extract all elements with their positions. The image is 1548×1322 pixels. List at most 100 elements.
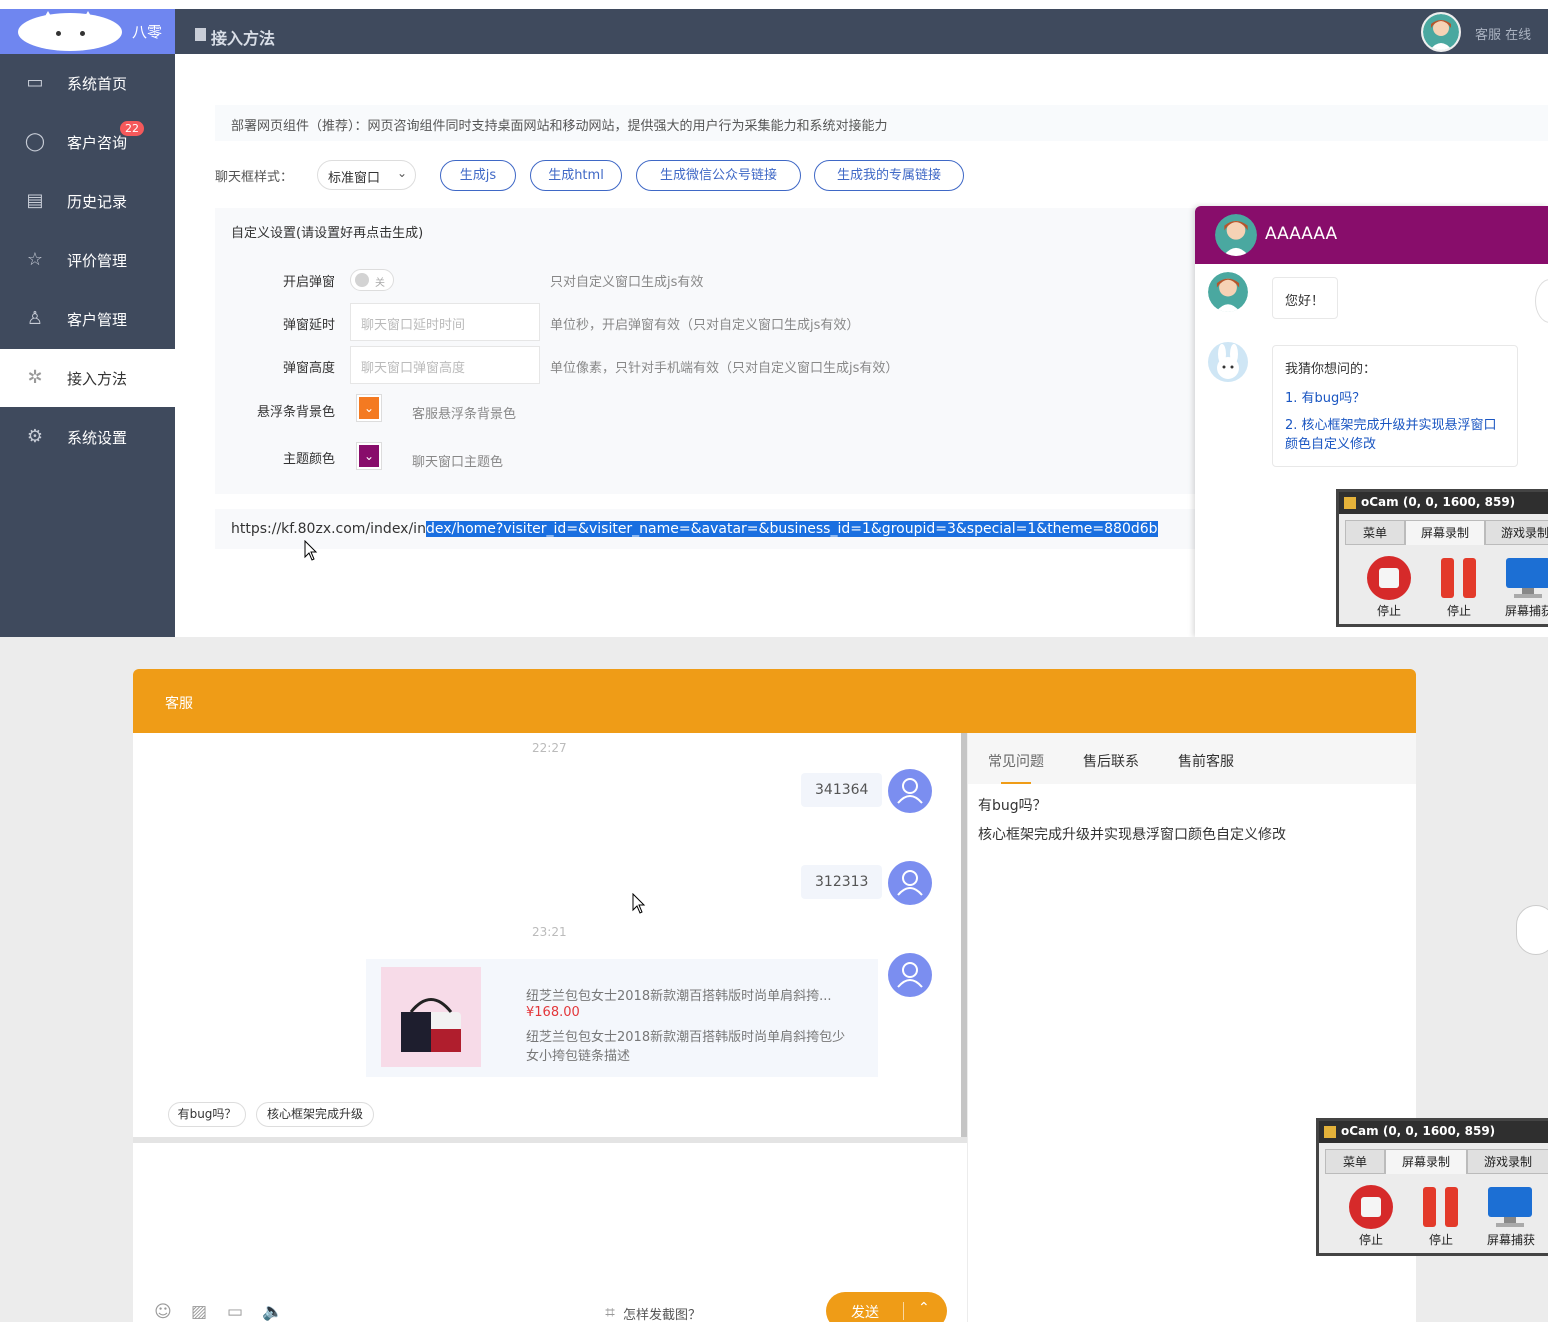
sidebar-item-consult[interactable]: ◯ 客户咨询 22 <box>0 113 175 171</box>
ocam-tab-screen[interactable]: 屏幕录制 <box>1385 1149 1467 1174</box>
ocam-window: oCam (0, 0, 1600, 859) 菜单 屏幕录制 游戏录制 停止 停… <box>1316 1118 1548 1256</box>
ocam-pause-label: 停止 <box>1429 1233 1454 1247</box>
floating-chat-handle[interactable] <box>1516 905 1548 955</box>
product-card[interactable]: 纽芝兰包包女士2018新款潮百搭韩版时尚单肩斜挎... ¥168.00 纽芝兰包… <box>366 959 878 1077</box>
admin-panel: 八零 ▭ 系统首页 ◯ 客户咨询 22 ▤ 历史记录 ☆ 评价管理 ♙ 客户管理… <box>0 0 1548 637</box>
deploy-tip: 部署网页组件（推荐）：网页咨询组件同时支持桌面网站和移动网站，提供强大的用户行为… <box>215 105 1548 141</box>
sidebar-item-label: 接入方法 <box>67 370 128 388</box>
crop-icon[interactable]: ⌗ <box>599 1302 621 1322</box>
stop-record-icon[interactable] <box>1365 554 1413 602</box>
image-icon[interactable]: ▨ <box>188 1301 210 1322</box>
emoji-icon[interactable]: ☺ <box>152 1301 174 1322</box>
chat-style-label: 聊天框样式： <box>215 170 294 185</box>
handbag-image <box>381 967 481 1067</box>
ocam-tab-menu[interactable]: 菜单 <box>1345 520 1405 545</box>
guess-title: 我猜你想问的： <box>1285 362 1377 377</box>
sidebar-item-label: 系统设置 <box>67 429 128 447</box>
sidebar-item-label: 系统首页 <box>67 75 128 93</box>
sidebar-item-home[interactable]: ▭ 系统首页 <box>0 54 175 112</box>
generate-exclusive-link-button[interactable]: 生成我的专属链接 <box>814 160 964 191</box>
guess-item[interactable]: 2. 核心框架完成升级并实现悬浮窗口颜色自定义修改 <box>1285 416 1505 454</box>
bot-avatar <box>1208 342 1248 382</box>
agent-status: 客服 在线 <box>1475 28 1532 43</box>
sidebar-item-rating[interactable]: ☆ 评价管理 <box>0 231 175 289</box>
user-avatar <box>888 769 932 813</box>
float-color-picker[interactable]: ⌄ <box>356 394 382 422</box>
screen-capture-icon[interactable] <box>1504 554 1548 602</box>
user-icon: ♙ <box>26 308 44 329</box>
url-text: https://kf.80zx.com/index/in <box>231 521 426 537</box>
logo-bar: 八零 <box>0 9 175 54</box>
theme-color-picker[interactable]: ⌄ <box>356 442 382 470</box>
widget-scroll-handle[interactable] <box>1535 279 1548 323</box>
side-tabs: 常见问题 售后联系 售前客服 <box>968 733 1416 784</box>
brand-name: 八零 <box>132 23 163 41</box>
chevron-up-icon[interactable]: ⌃ <box>918 1300 930 1316</box>
top-strip <box>0 0 1548 9</box>
theme-color-hint: 聊天窗口主题色 <box>412 455 504 470</box>
product-price: ¥168.00 <box>526 1005 580 1020</box>
cat-ear-left <box>40 11 56 25</box>
chat-icon: ◯ <box>24 131 46 152</box>
popup-toggle[interactable]: 关 <box>350 269 394 291</box>
quick-reply-chip[interactable]: 有bug吗？ <box>168 1102 246 1127</box>
message-bubble: 341364 <box>801 773 883 807</box>
faq-item[interactable]: 核心框架完成升级并实现悬浮窗口颜色自定义修改 <box>978 824 1286 844</box>
chat-header-title: 客服 <box>165 696 193 712</box>
ocam-tab-game[interactable]: 游戏录制 <box>1467 1149 1548 1174</box>
ocam-capture-label: 屏幕捕获 <box>1487 1233 1536 1247</box>
guess-item[interactable]: 1. 有bug吗？ <box>1285 387 1505 406</box>
ocam-title: oCam (0, 0, 1600, 859) <box>1339 492 1548 514</box>
sidebar-item-customers[interactable]: ♙ 客户管理 <box>0 290 175 348</box>
tab-faq[interactable]: 常见问题 <box>988 751 1044 771</box>
widget-agent-avatar <box>1215 214 1257 256</box>
chat-style-value: 标准窗口 <box>328 171 381 186</box>
ocam-tab-screen[interactable]: 屏幕录制 <box>1405 520 1485 545</box>
user-avatar <box>888 953 932 997</box>
generated-url[interactable]: https://kf.80zx.com/index/index/home?vis… <box>215 509 1215 549</box>
sidebar-item-history[interactable]: ▤ 历史记录 <box>0 172 175 230</box>
generate-js-button[interactable]: 生成js <box>440 160 516 191</box>
message-time: 23:21 <box>532 925 567 939</box>
cat-ear-right <box>80 11 96 25</box>
ocam-tab-menu[interactable]: 菜单 <box>1325 1149 1385 1174</box>
chevron-down-icon: ⌄ <box>359 445 379 467</box>
cat-eye-right <box>80 31 85 36</box>
sidebar-item-integration[interactable]: ✲ 接入方法 <box>0 349 175 407</box>
pause-icon[interactable] <box>1421 1185 1461 1229</box>
sidebar: 八零 ▭ 系统首页 ◯ 客户咨询 22 ▤ 历史记录 ☆ 评价管理 ♙ 客户管理… <box>0 9 175 637</box>
height-hint: 单位像素，只针对手机端有效（只对自定义窗口生成js有效） <box>550 361 899 376</box>
agent-avatar-image <box>1423 14 1459 50</box>
stop-record-icon[interactable] <box>1347 1183 1395 1231</box>
star-icon: ☆ <box>26 249 44 270</box>
message-input[interactable]: ☺ ▨ ▭ 🔈 ⌗ 怎样发截图？ 发送 ⌃ <box>133 1143 967 1322</box>
pause-icon[interactable] <box>1439 556 1479 600</box>
ocam-pause-label: 停止 <box>1447 604 1472 618</box>
chat-style-select[interactable]: 标准窗口 ⌄ <box>317 160 416 190</box>
ocam-tab-game[interactable]: 游戏录制 <box>1485 520 1548 545</box>
sidebar-item-settings[interactable]: ⚙ 系统设置 <box>0 408 175 466</box>
ocam-title: oCam (0, 0, 1600, 859) <box>1319 1121 1548 1143</box>
tab-after-sales[interactable]: 售后联系 <box>1083 751 1139 771</box>
url-selected-text: dex/home?visiter_id=&visiter_name=&avata… <box>425 521 1158 537</box>
tab-pre-sales[interactable]: 售前客服 <box>1178 751 1234 771</box>
screen-capture-icon[interactable] <box>1486 1183 1534 1231</box>
folder-icon[interactable]: ▭ <box>224 1301 246 1322</box>
message-scrollbar[interactable] <box>961 733 967 1137</box>
toggle-knob <box>355 273 369 287</box>
quick-reply-chip[interactable]: 核心框架完成升级 <box>256 1102 374 1127</box>
send-label: 发送 <box>851 1305 879 1321</box>
delay-input[interactable]: 聊天窗口延时时间 <box>350 303 540 341</box>
generate-html-button[interactable]: 生成html <box>530 160 622 191</box>
screenshot-help-link[interactable]: 怎样发截图？ <box>623 1304 701 1322</box>
generate-wechat-link-button[interactable]: 生成微信公众号链接 <box>636 160 801 191</box>
faq-item[interactable]: 有bug吗？ <box>978 795 1047 815</box>
mute-icon[interactable]: 🔈 <box>262 1301 284 1322</box>
page-title: 接入方法 <box>211 29 276 48</box>
user-icon <box>897 870 923 896</box>
send-button[interactable]: 发送 ⌃ <box>826 1292 947 1322</box>
height-input[interactable]: 聊天窗口弹窗高度 <box>350 346 540 384</box>
agent-avatar[interactable] <box>1421 12 1461 52</box>
toggle-text: 关 <box>375 278 385 289</box>
custom-settings-panel: 自定义设置(请设置好再点击生成) 开启弹窗 关 只对自定义窗口生成js有效 弹窗… <box>215 208 1215 494</box>
